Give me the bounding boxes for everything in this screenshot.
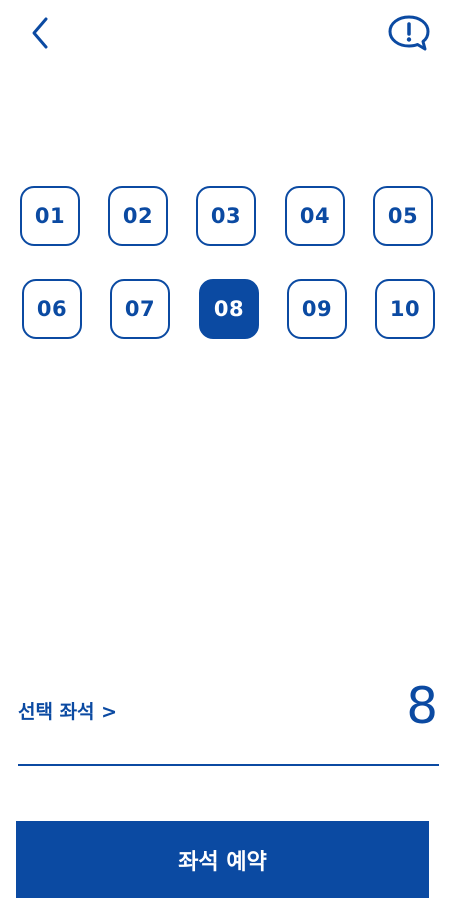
seat-10[interactable]: 10 [375, 279, 435, 339]
reserve-seat-button[interactable]: 좌석 예약 [16, 821, 429, 898]
seat-07[interactable]: 07 [110, 279, 170, 339]
seat-01[interactable]: 01 [20, 186, 80, 246]
back-button[interactable] [22, 14, 58, 52]
selected-seat-value: 8 [406, 677, 438, 735]
speech-bubble-exclamation-icon [388, 15, 430, 51]
seat-05[interactable]: 05 [373, 186, 433, 246]
chevron-left-icon [32, 17, 48, 49]
seat-08[interactable]: 08 [199, 279, 259, 339]
help-button[interactable] [386, 13, 432, 53]
seat-09[interactable]: 09 [287, 279, 347, 339]
seat-04[interactable]: 04 [285, 186, 345, 246]
divider [18, 764, 439, 766]
selected-seat-label: 선택 좌석 > [18, 701, 118, 723]
seat-06[interactable]: 06 [22, 279, 82, 339]
seat-02[interactable]: 02 [108, 186, 168, 246]
seat-03[interactable]: 03 [196, 186, 256, 246]
